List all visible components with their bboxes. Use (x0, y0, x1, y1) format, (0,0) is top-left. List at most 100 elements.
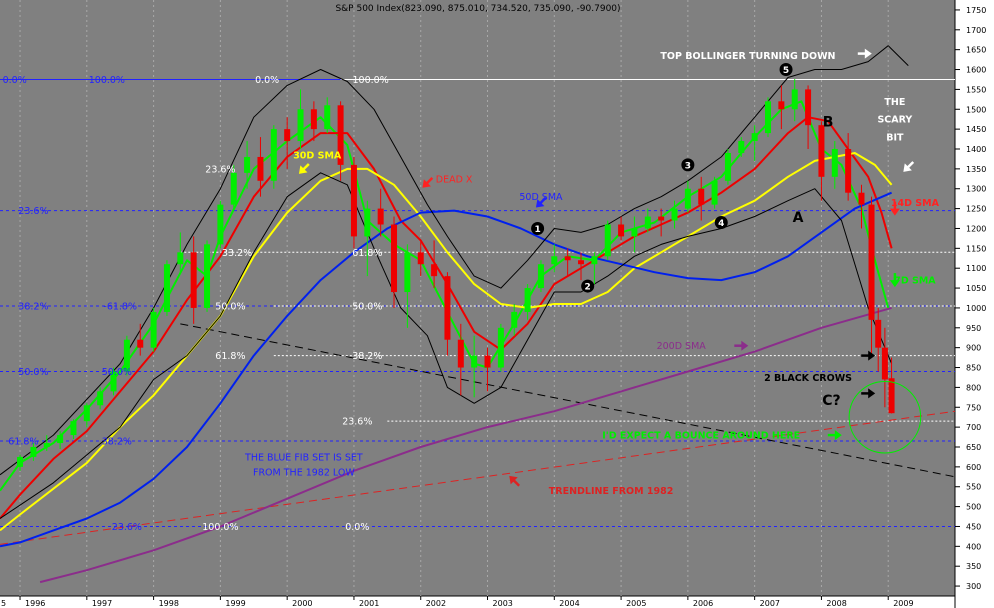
annotation-label: TRENDLINE FROM 1982 (549, 486, 674, 497)
candle-body (818, 125, 825, 177)
candle-body (43, 443, 50, 447)
y-tick-label: 600 (966, 463, 981, 472)
x-tick-label: 1998 (159, 599, 179, 608)
candle-body (177, 252, 184, 265)
wave-marker-label: 1 (534, 225, 540, 235)
candle-body (350, 164, 357, 237)
candle-body (551, 256, 558, 265)
wave-marker-label: 5 (783, 66, 789, 76)
candle-body (564, 256, 571, 261)
candle-body (738, 141, 745, 153)
y-tick-label: 1250 (966, 205, 986, 214)
y-tick-label: 1050 (966, 284, 986, 293)
annotation-label: 0.0% (345, 522, 369, 533)
y-tick-label: 1300 (966, 185, 986, 194)
y-tick-label: 950 (966, 324, 981, 333)
annotation-label: 23.6% (112, 522, 142, 533)
y-tick-label: 900 (966, 344, 981, 353)
annotation-label: -61.8% (103, 301, 137, 312)
candle-body (284, 129, 291, 142)
annotation-label: 61.8% (215, 351, 245, 362)
candle-body (537, 264, 544, 289)
x-tick-label: 2009 (893, 599, 913, 608)
x-tick-label: 2000 (292, 599, 312, 608)
annotation-label: C? (822, 393, 840, 409)
x-tick-label: 2003 (493, 599, 513, 608)
sp500-chart: 1 2 3 4 5 0.0% 100.0% 0.0% 100.0% 23.6% 23.6% 33.2… (0, 0, 994, 608)
candle-body (391, 224, 398, 293)
annotation-label: TOP BOLLINGER TURNING DOWN (660, 51, 835, 62)
candle-body (711, 180, 718, 205)
y-tick-label: 1750 (966, 6, 986, 15)
candle-body (805, 89, 812, 126)
y-tick-label: 1550 (966, 85, 986, 94)
candle-body (83, 405, 90, 422)
annotation-label: 33.2% (222, 248, 252, 259)
candle-body (831, 149, 838, 177)
candle-body (644, 216, 651, 229)
y-tick-label: 1700 (966, 26, 986, 35)
annotation-label: 100.0% (202, 522, 238, 533)
y-tick-label: 1200 (966, 224, 986, 233)
annotation-label: 61.8% (8, 437, 38, 448)
x-tick-label: 2001 (359, 599, 379, 608)
annotation-label: 61.8% (352, 248, 382, 259)
candle-body (404, 252, 411, 293)
candle-body (724, 152, 731, 181)
candle-body (875, 319, 882, 348)
y-tick-label: 1350 (966, 165, 986, 174)
x-tick-label-edge: 5 (1, 599, 6, 608)
candle-body (791, 89, 798, 110)
candle-body (578, 260, 585, 265)
candle-body (150, 311, 157, 348)
candle-body (484, 355, 491, 368)
y-tick-label: 1500 (966, 105, 986, 114)
annotation-label: 200D SMA (657, 341, 707, 352)
y-tick-label: 300 (966, 582, 981, 591)
y-tick-label: 1650 (966, 46, 986, 55)
annotation-label: 38.2% (102, 437, 132, 448)
candle-body (217, 204, 224, 245)
candle-body (30, 447, 37, 457)
annotation-label: 38.2% (352, 351, 382, 362)
y-tick-label: 350 (966, 562, 981, 571)
chart-title: S&P 500 Index(823.090, 875.010, 734.520,… (335, 4, 620, 14)
annotation-label: 50D SMA (519, 192, 563, 203)
annotation-label: THE (884, 97, 905, 108)
candle-body (868, 204, 875, 320)
x-tick-label: 2005 (626, 599, 646, 608)
candle-body (270, 129, 277, 181)
annotation-label: 23.6% (342, 417, 372, 428)
y-tick-label: 1100 (966, 264, 986, 273)
x-tick-label: 2004 (559, 599, 579, 608)
candle-body (604, 224, 611, 257)
candle-body (591, 256, 598, 265)
candle-body (497, 327, 504, 368)
candle-body (190, 252, 197, 308)
x-tick-label: 1997 (92, 599, 112, 608)
candle-body (618, 224, 625, 237)
y-tick-label: 1400 (966, 145, 986, 154)
annotation-label: B (823, 115, 834, 131)
annotation-label: 23.6% (205, 164, 235, 175)
candle-body (431, 264, 438, 277)
candle-body (310, 109, 317, 130)
y-tick-label: 500 (966, 503, 981, 512)
y-tick-label: 1000 (966, 304, 986, 313)
candle-body (230, 172, 237, 205)
x-tick-label: 2002 (426, 599, 446, 608)
annotation-label: THE BLUE FIB SET IS SET (244, 452, 363, 463)
y-tick-label: 800 (966, 383, 981, 392)
x-tick-label: 2006 (693, 599, 713, 608)
y-tick-label: 1450 (966, 125, 986, 134)
y-tick-label: 700 (966, 423, 981, 432)
annotation-label: 0.0% (255, 75, 279, 86)
candle-body (163, 264, 170, 312)
candle-body (511, 311, 518, 328)
candle-body (57, 435, 64, 444)
wave-marker-label: 4 (718, 219, 724, 229)
y-tick-label: 650 (966, 443, 981, 452)
y-tick-label: 850 (966, 364, 981, 373)
annotation-label: 14D SMA (891, 198, 940, 209)
annotation-label: 50.0% (18, 367, 48, 378)
